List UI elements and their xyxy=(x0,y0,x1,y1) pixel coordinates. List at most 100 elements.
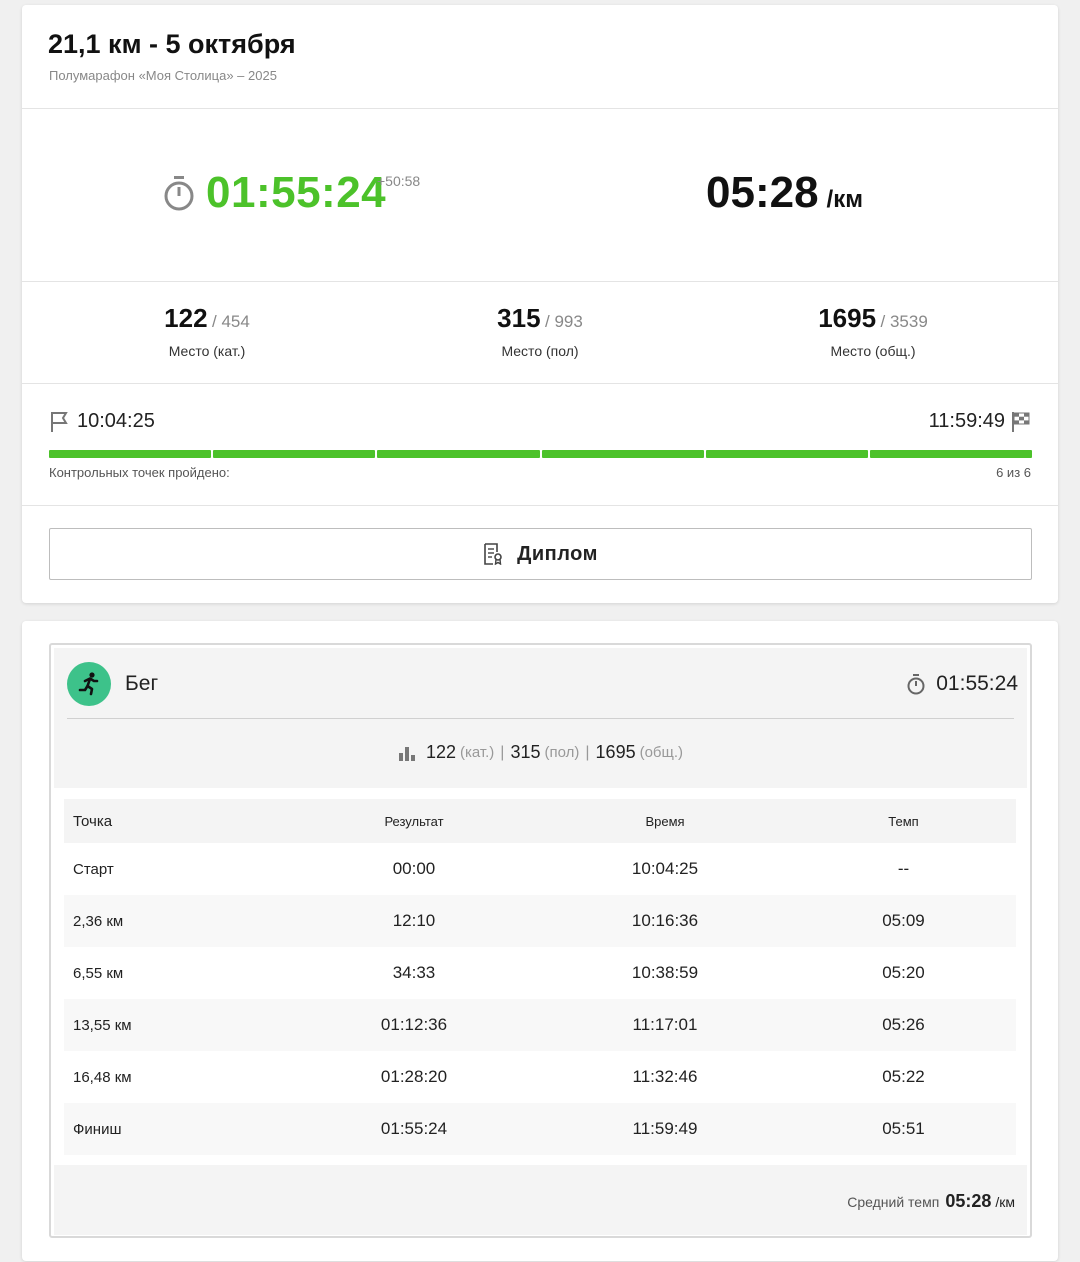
place-label: Место (пол) xyxy=(501,343,579,359)
column-header: Темп xyxy=(791,799,1016,843)
place-total: / 454 xyxy=(212,312,250,331)
cell-point: Старт xyxy=(73,860,114,878)
cell-pace: 05:26 xyxy=(791,999,1016,1051)
progress-segment xyxy=(377,450,540,458)
divider xyxy=(22,281,1058,282)
divider xyxy=(22,108,1058,109)
place-label: Место (кат.) xyxy=(168,343,246,359)
average-pace: Средний темп 05:28 /км xyxy=(847,1191,1015,1212)
average-pace-footer: Средний темп 05:28 /км xyxy=(54,1165,1027,1235)
average-pace-unit: /км xyxy=(995,1194,1015,1210)
cell-result: 01:55:24 xyxy=(289,1103,539,1155)
start-time: 10:04:25 xyxy=(77,410,155,432)
cell-time: 10:16:36 xyxy=(539,895,791,947)
separator: | xyxy=(585,743,590,761)
cell-result: 01:28:20 xyxy=(380,1067,448,1086)
cell-point: 16,48 км xyxy=(73,1068,132,1086)
place-total: / 3539 xyxy=(880,312,928,331)
place-gender: 315 / 993 Место (пол) xyxy=(410,303,670,359)
sport-name: Бег xyxy=(125,672,159,695)
progress-segment xyxy=(541,450,704,458)
start-flag-icon xyxy=(51,411,68,432)
cell-point: Финиш xyxy=(64,1103,289,1155)
cell-time: 11:17:01 xyxy=(539,999,791,1051)
start-time-row: 10:04:25 xyxy=(49,410,155,433)
sport-panel: Бег 01:55:24 122 (кат.) | 315 (пол) | 16… xyxy=(49,643,1032,1238)
finish-time: 01:55:24 xyxy=(206,168,387,217)
divider xyxy=(22,505,1058,506)
cell-result: 34:33 xyxy=(392,963,436,982)
finish-flag-icon xyxy=(1012,411,1030,432)
table-header-row: Точка Результат Время Темп xyxy=(64,799,1016,843)
event-subtitle: Полумарафон «Моя Столица» – 2025 xyxy=(49,68,277,83)
place-cat-value: 122 xyxy=(425,742,457,762)
stopwatch-icon xyxy=(907,674,925,695)
place-number: 315 xyxy=(497,303,541,333)
cell-time: 10:04:25 xyxy=(631,859,699,878)
cell-pace: 05:20 xyxy=(882,963,925,982)
checkpoints-count: 6 из 6 xyxy=(996,465,1031,480)
divider xyxy=(67,718,1014,719)
place-overall-value: 1695 xyxy=(595,742,636,762)
checkpoints-label: Контрольных точек пройдено: xyxy=(49,465,230,480)
table-row: Старт 00:00 10:04:25 -- xyxy=(64,843,1016,895)
checkpoint-progress-bar xyxy=(49,450,1033,458)
table-row: 13,55 км 01:12:36 11:17:01 05:26 xyxy=(64,999,1016,1051)
running-icon xyxy=(67,662,111,706)
cell-result: 01:12:36 xyxy=(289,999,539,1051)
average-pace-value: 05:28 xyxy=(945,1191,992,1211)
place-gender-label: (пол) xyxy=(544,744,580,761)
progress-segment xyxy=(705,450,868,458)
progress-segment xyxy=(213,450,376,458)
cell-result: 12:10 xyxy=(289,895,539,947)
place-total: / 993 xyxy=(545,312,583,331)
place-number: 122 xyxy=(164,303,208,333)
finish-clock-time: 11:59:49 xyxy=(928,410,1005,432)
sport-time: 01:55:24 xyxy=(906,672,1018,696)
sport-header: Бег 01:55:24 122 (кат.) | 315 (пол) | 16… xyxy=(54,648,1027,788)
progress-segment xyxy=(49,450,212,458)
result-card: 21,1 км - 5 октября Полумарафон «Моя Сто… xyxy=(22,5,1058,603)
bar-chart-icon xyxy=(398,746,415,761)
place-overall-label: (общ.) xyxy=(639,744,684,761)
splits-table: Точка Результат Время Темп Старт 00:00 1… xyxy=(64,799,1016,1155)
cell-pace: 05:09 xyxy=(791,895,1016,947)
cell-point: 2,36 км xyxy=(64,895,289,947)
diploma-button[interactable]: Диплом xyxy=(49,528,1032,580)
cell-time: 11:32:46 xyxy=(632,1067,698,1086)
table-row: 2,36 км 12:10 10:16:36 05:09 xyxy=(64,895,1016,947)
place-label: Место (общ.) xyxy=(830,343,916,359)
finish-time-row: 11:59:49 xyxy=(929,410,1031,433)
cell-point: 6,55 км xyxy=(73,964,124,982)
pace-block: 05:28 /км xyxy=(706,168,863,218)
time-diff: +50:58 xyxy=(377,173,421,189)
cell-time: 10:38:59 xyxy=(631,963,699,982)
pace-unit: /км xyxy=(826,186,863,213)
cell-point: 13,55 км xyxy=(64,999,289,1051)
place-number: 1695 xyxy=(818,303,877,333)
place-category: 122 / 454 Место (кат.) xyxy=(77,303,337,359)
finish-time-block: 01:55:24 +50:58 xyxy=(162,165,420,221)
sport-time-value: 01:55:24 xyxy=(936,672,1018,695)
certificate-icon xyxy=(484,543,502,565)
divider xyxy=(22,383,1058,384)
cell-pace: 05:22 xyxy=(882,1067,925,1086)
table-row: Финиш 01:55:24 11:59:49 05:51 xyxy=(64,1103,1016,1155)
column-header: Время xyxy=(539,799,791,843)
progress-segment xyxy=(869,450,1033,458)
splits-card: Бег 01:55:24 122 (кат.) | 315 (пол) | 16… xyxy=(22,621,1058,1261)
average-pace-label: Средний темп xyxy=(847,1194,940,1210)
separator: | xyxy=(500,743,505,761)
place-gender-value: 315 xyxy=(510,742,541,762)
table-row: 16,48 км 01:28:20 11:32:46 05:22 xyxy=(64,1051,1016,1103)
sport-places: 122 (кат.) | 315 (пол) | 1695 (общ.) xyxy=(54,742,1027,763)
table-row: 6,55 км 34:33 10:38:59 05:20 xyxy=(64,947,1016,999)
column-header: Результат xyxy=(289,799,539,843)
pace-value: 05:28 xyxy=(706,168,819,217)
event-title: 21,1 км - 5 октября xyxy=(48,29,296,59)
diploma-label: Диплом xyxy=(517,542,598,565)
cell-result: 00:00 xyxy=(392,859,436,878)
place-overall: 1695 / 3539 Место (общ.) xyxy=(743,303,1003,359)
column-header: Точка xyxy=(64,799,289,843)
cell-pace: -- xyxy=(897,859,910,878)
